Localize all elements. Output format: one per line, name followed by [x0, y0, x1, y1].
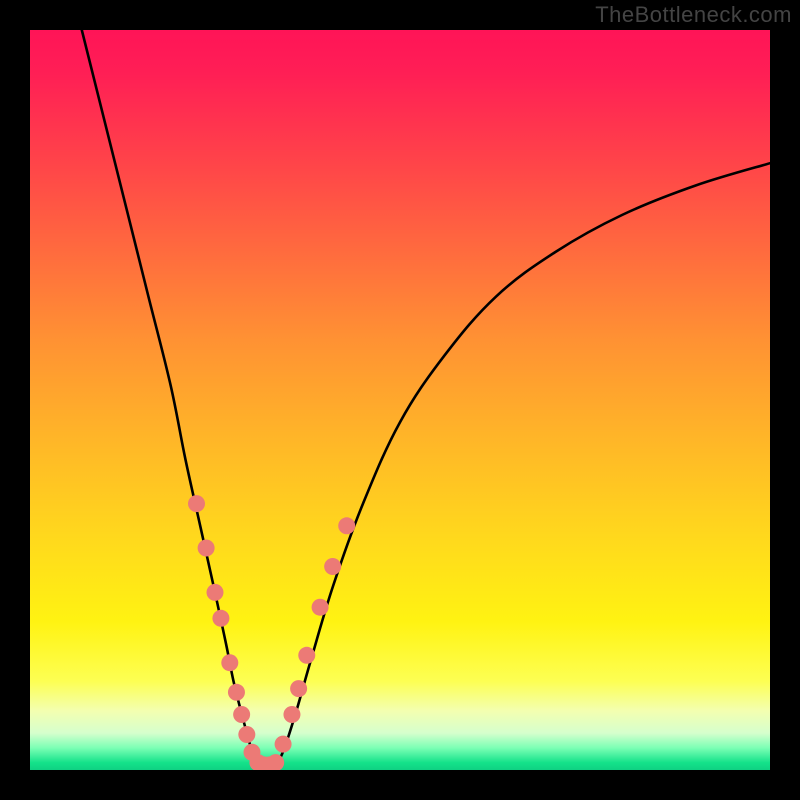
marker-dot — [198, 540, 215, 557]
marker-dot — [188, 495, 205, 512]
marker-dot — [212, 610, 229, 627]
chart-frame: TheBottleneck.com — [0, 0, 800, 800]
marker-group — [188, 495, 355, 770]
marker-dot — [238, 726, 255, 743]
curve-curve-left — [82, 30, 257, 764]
marker-dot — [283, 706, 300, 723]
marker-dot — [338, 517, 355, 534]
curve-group — [82, 30, 770, 766]
curve-curve-right — [277, 163, 770, 764]
marker-dot — [233, 706, 250, 723]
plot-area — [30, 30, 770, 770]
marker-dot — [312, 599, 329, 616]
marker-dot — [207, 584, 224, 601]
marker-dot — [324, 558, 341, 575]
chart-overlay — [30, 30, 770, 770]
marker-dot — [275, 736, 292, 753]
marker-dot — [290, 680, 307, 697]
marker-dot — [228, 684, 245, 701]
watermark-text: TheBottleneck.com — [595, 2, 792, 28]
marker-dot — [221, 654, 238, 671]
marker-dot — [298, 647, 315, 664]
